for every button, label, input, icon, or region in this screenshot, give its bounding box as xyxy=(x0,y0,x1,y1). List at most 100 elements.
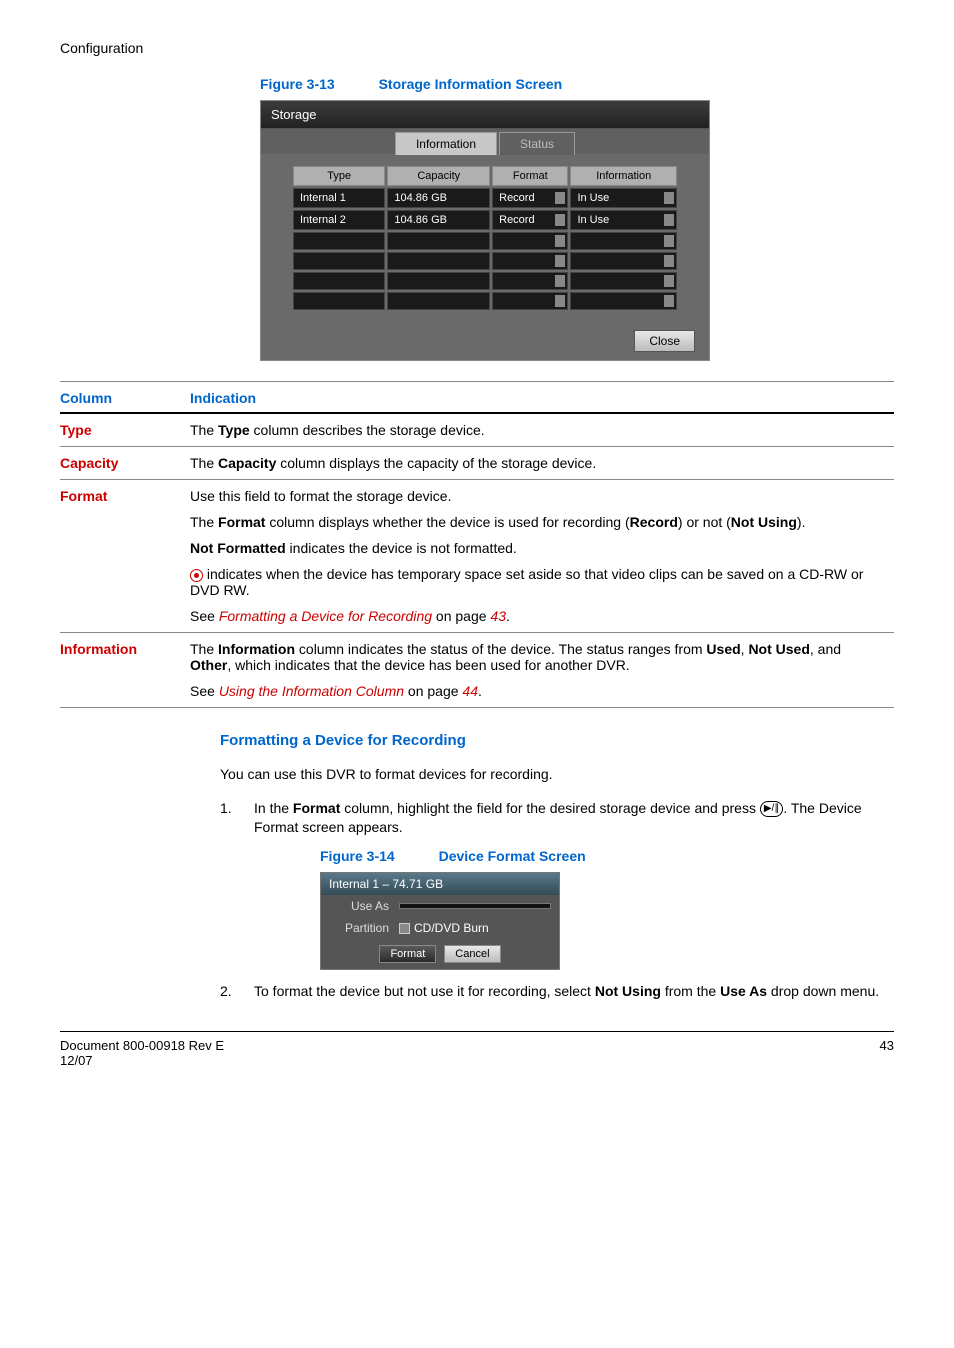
document-id: Document 800-00918 Rev E xyxy=(60,1038,224,1053)
text: column displays whether the device is us… xyxy=(265,514,629,530)
text: . xyxy=(478,683,482,699)
partition-row: Partition CD/DVD Burn xyxy=(321,917,559,939)
partition-label: Partition xyxy=(329,921,399,935)
cell-information-dropdown[interactable] xyxy=(570,232,677,250)
text: column, highlight the field for the desi… xyxy=(340,800,759,816)
definition-row-format: Format Use this field to format the stor… xyxy=(60,480,894,633)
figure-2-label: Figure 3-14 xyxy=(320,848,395,864)
subheading-formatting: Formatting a Device for Recording xyxy=(220,732,894,749)
cell-information-dropdown[interactable] xyxy=(570,292,677,310)
text-bold: Type xyxy=(218,422,250,438)
text: Use this field to format the storage dev… xyxy=(190,488,884,504)
storage-footer: Close xyxy=(261,322,709,360)
cross-ref-page[interactable]: 43 xyxy=(490,608,506,624)
text-bold: Not Using xyxy=(731,514,797,530)
def-text-capacity: The Capacity column displays the capacit… xyxy=(190,447,894,480)
cross-ref-page[interactable]: 44 xyxy=(462,683,478,699)
def-text-format: Use this field to format the storage dev… xyxy=(190,480,894,633)
device-format-header: Internal 1 – 74.71 GB xyxy=(321,873,559,895)
def-label-format: Format xyxy=(60,480,190,633)
cross-ref-link[interactable]: Using the Information Column xyxy=(219,683,404,699)
cancel-button[interactable]: Cancel xyxy=(444,945,500,963)
definition-row-information: Information The Information column indic… xyxy=(60,633,894,708)
col-format: Format xyxy=(492,166,568,186)
cell-format-dropdown[interactable]: Record xyxy=(492,210,568,230)
storage-table-wrapper: Type Capacity Format Information Interna… xyxy=(261,154,709,322)
text: on page xyxy=(432,608,490,624)
cell-format-dropdown[interactable] xyxy=(492,272,568,290)
figure-1-label: Figure 3-13 xyxy=(260,76,335,92)
text: drop down menu. xyxy=(767,983,879,999)
table-row-empty xyxy=(293,252,677,270)
text: column displays the capacity of the stor… xyxy=(276,455,596,471)
text: indicates when the device has temporary … xyxy=(190,566,884,598)
footer-left: Document 800-00918 Rev E 12/07 xyxy=(60,1038,224,1068)
column-definitions-table: Column Indication Type The Type column d… xyxy=(60,381,894,708)
table-row: Internal 1 104.86 GB Record In Use xyxy=(293,188,677,208)
cell-type: Internal 2 xyxy=(293,210,385,230)
header-indication: Indication xyxy=(190,382,894,414)
def-label-type: Type xyxy=(60,413,190,447)
paragraph: You can use this DVR to format devices f… xyxy=(220,765,894,785)
text: on page xyxy=(404,683,462,699)
definition-row-type: Type The Type column describes the stora… xyxy=(60,413,894,447)
close-button[interactable]: Close xyxy=(634,330,695,352)
text: ) or not ( xyxy=(678,514,731,530)
text: ). xyxy=(797,514,806,530)
header-column: Column xyxy=(60,382,190,414)
text: See Using the Information Column on page… xyxy=(190,683,884,699)
section-header: Configuration xyxy=(60,40,894,56)
text: The xyxy=(190,514,218,530)
text: , and xyxy=(810,641,841,657)
cell-information-dropdown[interactable]: In Use xyxy=(570,188,677,208)
text: See xyxy=(190,683,219,699)
use-as-dropdown[interactable] xyxy=(399,903,551,909)
storage-window-title: Storage xyxy=(261,101,709,129)
enter-key-icon: ▶/∥ xyxy=(760,801,783,817)
step-number: 2. xyxy=(220,982,238,1002)
use-as-label: Use As xyxy=(329,899,399,913)
cross-ref-link[interactable]: Formatting a Device for Recording xyxy=(219,608,432,624)
text: , which indicates that the device has be… xyxy=(227,657,629,673)
col-capacity: Capacity xyxy=(387,166,490,186)
storage-information-screenshot: Storage Information Status Type Capacity… xyxy=(260,100,710,361)
cell-information-dropdown[interactable] xyxy=(570,252,677,270)
text: The xyxy=(190,455,218,471)
step-1: 1. In the Format column, highlight the f… xyxy=(220,799,894,838)
cell-information-dropdown[interactable] xyxy=(570,272,677,290)
def-text-type: The Type column describes the storage de… xyxy=(190,413,894,447)
cell-capacity: 104.86 GB xyxy=(387,210,490,230)
text-bold: Not Using xyxy=(595,983,661,999)
cell-format-dropdown[interactable]: Record xyxy=(492,188,568,208)
table-row: Internal 2 104.86 GB Record In Use xyxy=(293,210,677,230)
text-bold: Other xyxy=(190,657,227,673)
def-text-information: The Information column indicates the sta… xyxy=(190,633,894,708)
col-information: Information xyxy=(570,166,677,186)
page-footer: Document 800-00918 Rev E 12/07 43 xyxy=(60,1031,894,1068)
text: Not Formatted indicates the device is no… xyxy=(190,540,884,556)
tab-status[interactable]: Status xyxy=(499,132,575,155)
col-type: Type xyxy=(293,166,385,186)
figure-1-title: Storage Information Screen xyxy=(379,76,563,92)
format-button[interactable]: Format xyxy=(379,945,436,963)
tab-information[interactable]: Information xyxy=(395,132,497,155)
partition-checkbox[interactable] xyxy=(399,923,410,934)
text-bold: Not Formatted xyxy=(190,540,286,556)
cell-information-dropdown[interactable]: In Use xyxy=(570,210,677,230)
definitions-header-row: Column Indication xyxy=(60,382,894,414)
cell-format-dropdown[interactable] xyxy=(492,252,568,270)
step-body: In the Format column, highlight the fiel… xyxy=(254,799,894,838)
table-row-empty xyxy=(293,292,677,310)
text-bold: Use As xyxy=(720,983,767,999)
device-format-screenshot: Internal 1 – 74.71 GB Use As Partition C… xyxy=(320,872,560,970)
text: column indicates the status of the devic… xyxy=(295,641,706,657)
text-bold: Capacity xyxy=(218,455,276,471)
cell-format-dropdown[interactable] xyxy=(492,232,568,250)
text: . xyxy=(506,608,510,624)
text: from the xyxy=(661,983,720,999)
text-bold: Format xyxy=(218,514,265,530)
text-bold: Information xyxy=(218,641,295,657)
definition-row-capacity: Capacity The Capacity column displays th… xyxy=(60,447,894,480)
cell-format-dropdown[interactable] xyxy=(492,292,568,310)
text-bold: Not Used xyxy=(748,641,809,657)
